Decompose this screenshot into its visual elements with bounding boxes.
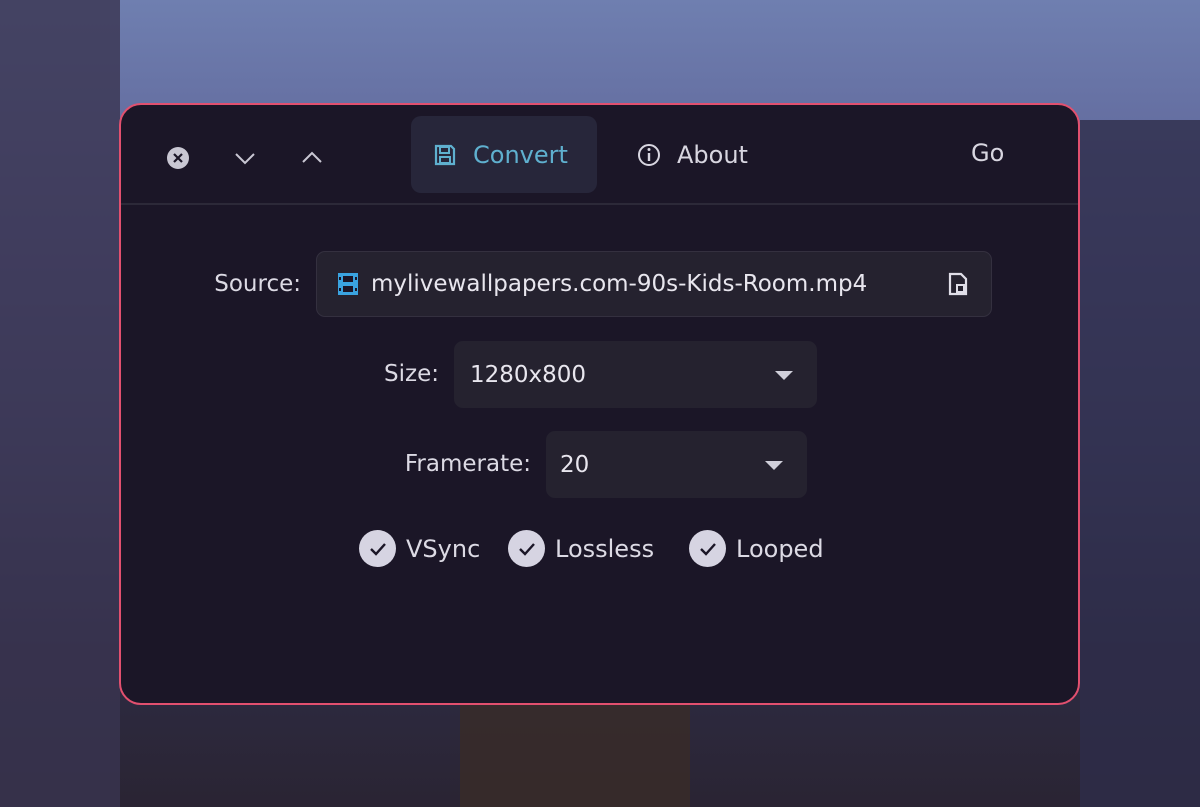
size-dropdown[interactable]: 1280x800 <box>454 341 817 408</box>
check-icon <box>508 530 545 567</box>
film-icon <box>338 273 358 295</box>
check-icon <box>689 530 726 567</box>
framerate-value: 20 <box>560 451 590 478</box>
tab-about-label: About <box>677 140 748 169</box>
size-value: 1280x800 <box>470 361 587 388</box>
vsync-label: VSync <box>406 534 481 563</box>
info-icon <box>638 143 660 166</box>
framerate-label: Framerate: <box>404 451 531 477</box>
vsync-checkbox[interactable]: VSync <box>359 530 480 567</box>
close-button[interactable] <box>163 143 193 173</box>
tab-convert-label: Convert <box>473 140 568 169</box>
tab-about[interactable]: About <box>615 116 770 193</box>
header-bar: Convert About Go <box>121 105 1078 205</box>
file-open-icon[interactable] <box>947 272 969 296</box>
chevron-down-icon <box>235 153 255 165</box>
maximize-button[interactable] <box>297 143 327 173</box>
close-icon <box>167 147 189 169</box>
source-label: Source: <box>214 271 301 297</box>
chevron-up-icon <box>302 151 322 163</box>
tab-convert[interactable]: Convert <box>411 116 597 193</box>
check-icon <box>359 530 396 567</box>
wallpaper-figure <box>460 705 690 807</box>
source-filename: mylivewallpapers.com-90s-Kids-Room.mp4 <box>371 271 868 297</box>
size-label: Size: <box>384 361 439 387</box>
go-button[interactable]: Go <box>971 139 1004 167</box>
framerate-dropdown[interactable]: 20 <box>546 431 807 498</box>
lossless-checkbox[interactable]: Lossless <box>508 530 654 567</box>
floppy-disk-icon <box>434 144 456 165</box>
looped-label: Looped <box>736 534 824 563</box>
wallpaper-left <box>0 0 120 807</box>
caret-down-icon <box>765 460 783 470</box>
lossless-label: Lossless <box>555 534 655 563</box>
source-field[interactable]: mylivewallpapers.com-90s-Kids-Room.mp4 <box>316 251 992 317</box>
app-window: Convert About Go Source: mylivewallpaper… <box>119 103 1080 705</box>
wallpaper-right <box>1080 120 1200 807</box>
minimize-button[interactable] <box>230 143 260 173</box>
looped-checkbox[interactable]: Looped <box>689 530 824 567</box>
caret-down-icon <box>775 370 793 380</box>
